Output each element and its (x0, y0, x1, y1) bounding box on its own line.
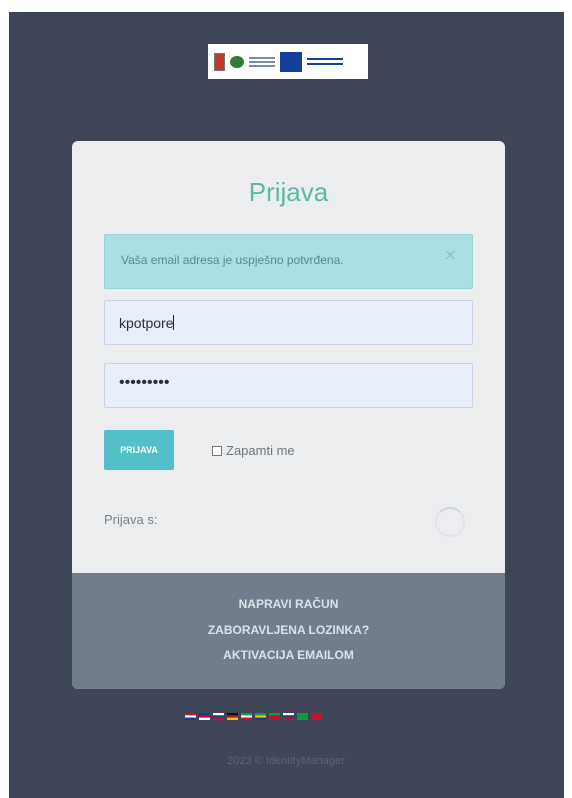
eu-flag-logo (280, 51, 302, 72)
social-login-label: Prijava s: (104, 512, 158, 527)
flag-ru-icon[interactable] (283, 713, 294, 720)
login-card: Prijava Vaša email adresa je uspješno po… (72, 141, 505, 689)
flag-br-icon[interactable] (255, 713, 266, 720)
alert-message: Vaša email adresa je uspješno potvrđena. (121, 253, 344, 267)
email-activation-link[interactable]: AKTIVACIJA EMAILOM (72, 648, 505, 662)
login-button[interactable]: PRIJAVA (104, 430, 174, 470)
create-account-link[interactable]: NAPRAVI RAČUN (72, 597, 505, 611)
fund-text-logo (249, 56, 275, 67)
close-icon[interactable]: × (444, 247, 457, 263)
remember-checkbox[interactable] (212, 445, 222, 456)
page-title: Prijava (248, 177, 329, 207)
username-value: kpotpore (119, 315, 174, 331)
username-input[interactable]: kpotpore (104, 300, 473, 345)
forgot-password-link[interactable]: ZABORAVLJENA LOZINKA? (72, 623, 505, 637)
copyright-text: 2023 © IdentityManager (227, 755, 345, 767)
flag-si-icon[interactable] (213, 713, 224, 720)
flag-hr-icon[interactable] (185, 713, 196, 720)
flag-gb-icon[interactable] (199, 713, 210, 720)
eu-text-logo (307, 58, 343, 65)
loading-spinner-icon (435, 507, 465, 537)
croatia-crest-logo (214, 52, 225, 71)
card-footer: NAPRAVI RAČUN ZABORAVLJENA LOZINKA? AKTI… (72, 573, 505, 689)
flag-it-icon[interactable] (241, 713, 252, 720)
flag-sa-icon[interactable] (297, 713, 308, 720)
language-selector (185, 713, 322, 720)
remember-me[interactable]: Zapamti me (212, 443, 295, 458)
success-alert: Vaša email adresa je uspješno potvrđena.… (104, 234, 473, 289)
password-input[interactable]: ••••••••• (104, 363, 473, 408)
remember-label: Zapamti me (226, 443, 295, 458)
text-cursor (173, 315, 175, 330)
flag-de-icon[interactable] (227, 713, 238, 720)
funding-logos (208, 44, 368, 79)
flag-pt-icon[interactable] (269, 713, 280, 720)
password-value: ••••••••• (119, 374, 170, 391)
esf-fund-logo (230, 55, 244, 68)
flag-cn-icon[interactable] (311, 713, 322, 720)
